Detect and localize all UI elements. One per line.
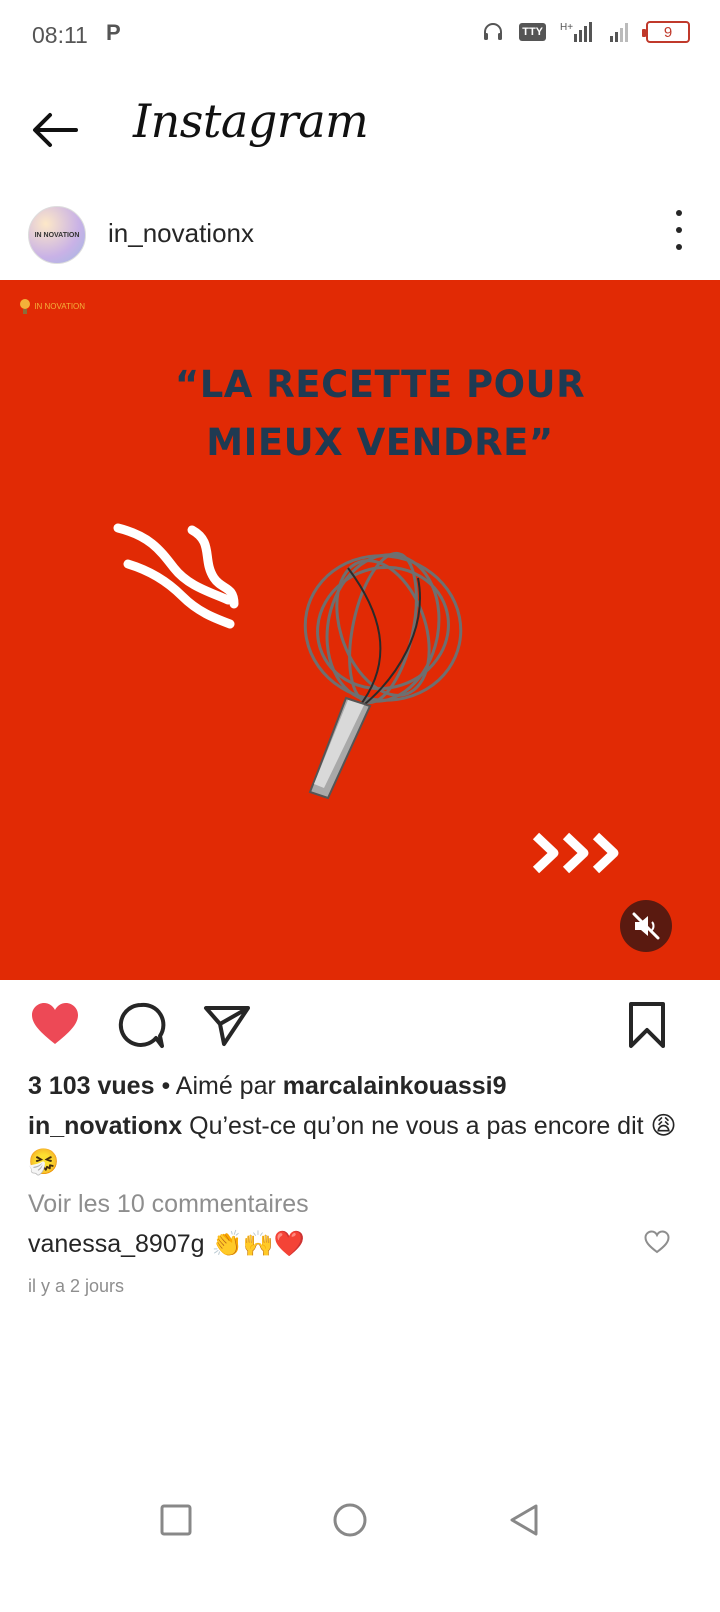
more-options-button[interactable] <box>672 210 686 250</box>
post-username[interactable]: in_novationx <box>108 218 254 249</box>
dot <box>676 244 682 250</box>
media-title-line-2: MIEUX VENDRE” <box>206 421 554 464</box>
signal-hplus-icon: H+ <box>560 22 592 42</box>
views-likes: 3 103 vues • Aimé par marcalainkouassi9 <box>28 1068 698 1104</box>
avatar-text: IN NOVATION <box>34 231 80 239</box>
view-comments-link[interactable]: Voir les 10 commentaires <box>28 1186 698 1222</box>
share-button[interactable] <box>202 1000 252 1050</box>
media-title: “LA RECETTE POUR MIEUX VENDRE” <box>0 356 720 472</box>
caption-username[interactable]: in_novationx <box>28 1112 182 1140</box>
recents-button[interactable] <box>158 1502 194 1538</box>
like-button[interactable] <box>30 1000 80 1050</box>
volume-off-icon <box>632 912 660 940</box>
home-button[interactable] <box>332 1502 368 1538</box>
views-count[interactable]: 3 103 vues <box>28 1072 155 1100</box>
liked-by-user[interactable]: marcalainkouassi9 <box>283 1072 507 1100</box>
signal-icon <box>610 23 628 42</box>
comment-icon <box>118 1002 166 1048</box>
media-logo-text: IN NOVATION <box>34 302 86 312</box>
battery-level: 9 <box>663 23 673 41</box>
headset-icon <box>484 23 503 40</box>
save-button[interactable] <box>622 1000 672 1050</box>
triangle-back-icon <box>510 1504 538 1536</box>
avatar[interactable]: IN NOVATION <box>28 206 86 264</box>
media-title-line-1: “LA RECETTE POUR <box>174 363 586 406</box>
post-timestamp: il y a 2 jours <box>28 1276 125 1296</box>
comment-text: 👏🙌❤️ <box>204 1230 305 1258</box>
post-caption: in_novationx Qu’est-ce qu’on ne vous a p… <box>28 1108 698 1180</box>
dot <box>676 227 682 233</box>
battery-icon: 9 <box>642 21 690 43</box>
post-actions <box>0 996 720 1056</box>
post-media[interactable]: IN NOVATION “LA RECETTE POUR MIEUX VENDR… <box>0 280 720 980</box>
dot <box>676 210 682 216</box>
media-logo: IN NOVATION <box>18 298 85 316</box>
liked-by-prefix: • Aimé par <box>154 1072 283 1100</box>
system-nav-bar <box>0 1480 720 1560</box>
comment-row: vanessa_8907g 👏🙌❤️ <box>28 1226 698 1262</box>
whisk-icon <box>303 551 463 800</box>
lightbulb-icon <box>20 299 30 314</box>
status-time: 08:11 <box>32 22 88 48</box>
circle-icon <box>333 1503 367 1537</box>
status-bar: 08:11 P TTY H+ 9 <box>0 0 720 72</box>
app-logo-title: Instagram <box>133 94 369 148</box>
parking-icon: P <box>106 20 121 45</box>
arrow-left-icon <box>33 113 78 147</box>
post-header: IN NOVATION in_novationx <box>0 196 720 272</box>
next-arrows-icon <box>532 832 619 874</box>
bookmark-icon <box>629 1002 665 1048</box>
system-back-button[interactable] <box>506 1502 542 1538</box>
status-icons: TTY H+ 9 <box>481 20 690 44</box>
comment-button[interactable] <box>116 1000 166 1050</box>
app-header: Instagram <box>0 80 720 180</box>
mute-button[interactable] <box>620 900 672 952</box>
comment-username[interactable]: vanessa_8907g <box>28 1230 205 1258</box>
square-icon <box>160 1504 192 1536</box>
steam-icon <box>113 523 239 629</box>
back-button[interactable] <box>28 102 84 158</box>
svg-text:H+: H+ <box>560 22 573 33</box>
comment-like-icon[interactable] <box>644 1230 670 1254</box>
heart-filled-icon <box>32 1003 78 1044</box>
tty-icon: TTY <box>519 23 546 41</box>
paper-plane-icon <box>204 1006 250 1046</box>
